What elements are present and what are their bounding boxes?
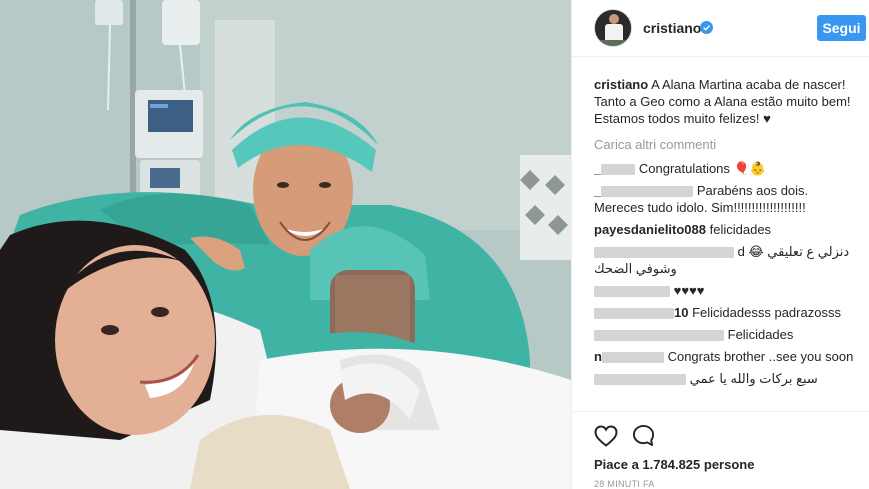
comment-item: payesdanielito088 felicidades (594, 221, 854, 238)
avatar[interactable] (594, 9, 632, 47)
comment-item: سبع بركات والله يا عمي (594, 370, 854, 387)
heart-outline-icon[interactable] (594, 425, 618, 447)
comment-text: Congratulations 🎈👶 (638, 161, 766, 176)
comment-author[interactable]: _ (594, 161, 601, 176)
verified-badge-icon (700, 21, 713, 34)
post-header: cristiano Segui (572, 0, 869, 57)
caption-author[interactable]: cristiano (594, 77, 648, 92)
avatar-image (595, 10, 631, 46)
comment-author[interactable]: payesdanielito088 (594, 222, 706, 237)
blurred-username (594, 247, 734, 259)
like-count[interactable]: Piace a 1.784.825 persone (594, 457, 754, 472)
photo-illustration (0, 0, 571, 489)
comment-item: n Congrats brother ..see you soon (594, 348, 854, 365)
comment-author[interactable]: 10 (674, 305, 688, 320)
comment-text: felicidades (709, 222, 772, 237)
comment-text: Felicidades (727, 327, 794, 342)
username-link[interactable]: cristiano (643, 20, 701, 36)
comments-list[interactable]: cristiano A Alana Martina acaba de nasce… (594, 76, 854, 410)
comment-text: سبع بركات والله يا عمي (689, 371, 818, 386)
comment-text: Congrats brother ..see you soon (667, 349, 854, 364)
blurred-username (594, 374, 686, 386)
comment-item: d 😂 دنزلي ع تعليقي وشوفي الضحك (594, 243, 854, 277)
blurred-username (601, 186, 694, 198)
blurred-username (594, 286, 670, 298)
comment-item: _ Congratulations 🎈👶 (594, 160, 854, 177)
comment-text: Felicidadesss padrazosss (692, 305, 841, 320)
blurred-username (594, 330, 724, 342)
post-photo[interactable] (0, 0, 571, 489)
follow-button[interactable]: Segui (817, 15, 866, 41)
caption: cristiano A Alana Martina acaba de nasce… (594, 76, 854, 127)
post-side-panel: cristiano Segui cristiano A Alana Martin… (571, 0, 869, 489)
blurred-username (601, 164, 636, 176)
blurred-username (594, 308, 674, 320)
comment-author[interactable]: n (594, 349, 602, 364)
comment-text: ♥♥♥♥ (673, 283, 705, 298)
blurred-username (601, 352, 664, 364)
post-timestamp[interactable]: 28 MINUTI FA (594, 479, 655, 489)
comment-item: Felicidades (594, 326, 854, 343)
comment-author[interactable]: _ (594, 183, 601, 198)
comment-item: ♥♥♥♥ (594, 282, 854, 299)
load-more-comments-link[interactable]: Carica altri commenti (594, 136, 854, 153)
speech-bubble-icon[interactable] (632, 424, 655, 447)
comment-item: _ Parabéns aos dois. Mereces tudo idolo.… (594, 182, 854, 216)
comment-item: 10 Felicidadesss padrazosss (594, 304, 854, 321)
post-actions: Piace a 1.784.825 persone 28 MINUTI FA (572, 411, 869, 489)
